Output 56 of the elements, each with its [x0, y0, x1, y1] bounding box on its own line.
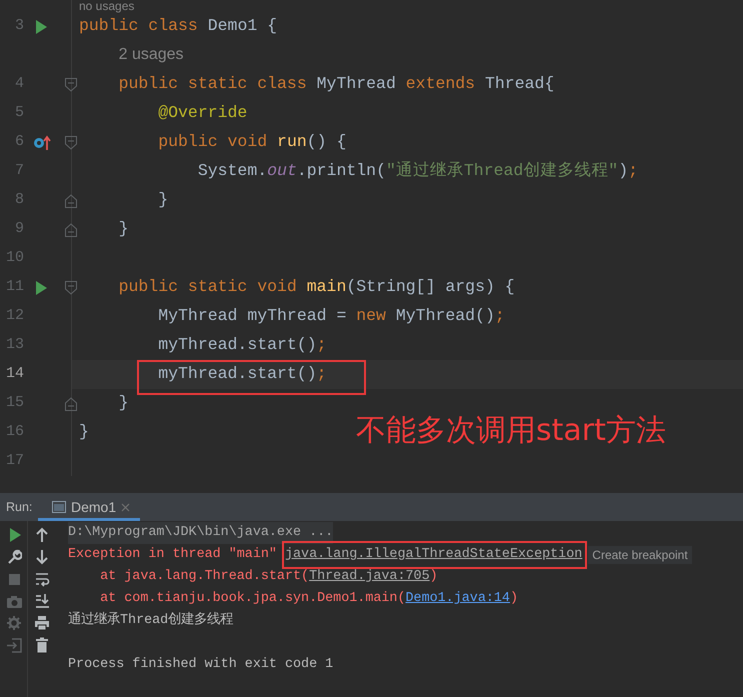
- line-number: 11: [4, 277, 24, 298]
- console-line: Process finished with exit code 1: [68, 656, 334, 674]
- line-number: 16: [4, 422, 24, 442]
- fold-icon[interactable]: [64, 77, 78, 93]
- console-line: 通过继承Thread创建多线程: [68, 610, 234, 630]
- code-line: myThread.start();: [157, 363, 327, 386]
- code-line: }: [157, 189, 168, 212]
- line-number: 4: [14, 74, 24, 94]
- line-number: 14: [4, 364, 24, 384]
- override-icon[interactable]: [33, 134, 51, 152]
- usage-hint: 2 usages: [118, 45, 184, 66]
- code-line: myThread.start();: [157, 334, 327, 356]
- fold-icon[interactable]: [64, 193, 78, 209]
- code-line: public static class MyThread extends Thread{: [118, 73, 554, 96]
- line-number: 3: [14, 16, 24, 36]
- run-tab[interactable]: Demo1: [38, 493, 140, 521]
- console-line: at com.tianju.book.jpa.syn.Demo1.main(Demo1.java:14): [99, 590, 518, 608]
- panel-label: Run:: [5, 498, 34, 516]
- fold-icon[interactable]: [64, 135, 78, 151]
- code-line: }: [118, 392, 129, 414]
- line-number: 12: [4, 306, 24, 326]
- printer-icon[interactable]: [34, 615, 50, 631]
- console-line: at java.lang.Thread.start(Thread.java:705): [99, 568, 438, 586]
- up-arrow-icon[interactable]: [34, 527, 50, 543]
- source-link[interactable]: Demo1.java:14: [406, 591, 510, 606]
- stack-trace-link[interactable]: Thread.java:705: [309, 569, 430, 584]
- line-number: 17: [4, 451, 24, 472]
- code-line: public void run() {: [157, 131, 346, 154]
- code-line: }: [78, 421, 89, 444]
- line-number: 5: [14, 103, 24, 124]
- breakpoint-hint[interactable]: Create breakpoint: [588, 546, 692, 564]
- soft-wrap-icon[interactable]: [34, 571, 50, 587]
- trash-icon[interactable]: [34, 637, 50, 653]
- line-number: 10: [4, 248, 24, 268]
- line-number: 13: [4, 335, 24, 356]
- code-line: public static void main(String[] args) {: [118, 276, 515, 298]
- line-number: 6: [14, 132, 24, 152]
- down-arrow-icon[interactable]: [34, 549, 50, 565]
- line-number: 8: [14, 190, 24, 210]
- fold-icon[interactable]: [64, 222, 78, 238]
- stack-trace-link[interactable]: java.lang.IllegalThreadStateException: [284, 547, 582, 562]
- console-icon: [52, 501, 66, 513]
- code-line: System.out.println("通过继承Thread创建多线程");: [196, 160, 638, 182]
- code-line: MyThread myThread = new MyThread();: [157, 305, 505, 328]
- line-number: 15: [4, 393, 24, 414]
- code-line: @Override: [157, 102, 248, 124]
- usage-hint: no usages: [78, 0, 134, 12]
- line-number: 9: [14, 219, 24, 240]
- line-number: 7: [14, 161, 24, 182]
- annotation-text: 不能多次调用start方法: [356, 412, 666, 450]
- fold-icon[interactable]: [64, 396, 78, 412]
- console-line: Exception in thread "main" java.lang.IllegalThreadStateException: [68, 546, 582, 564]
- code-line: public class Demo1 {: [78, 15, 278, 38]
- fold-icon[interactable]: [64, 280, 78, 296]
- code-line: }: [118, 218, 129, 240]
- scroll-to-end-icon[interactable]: [34, 593, 50, 609]
